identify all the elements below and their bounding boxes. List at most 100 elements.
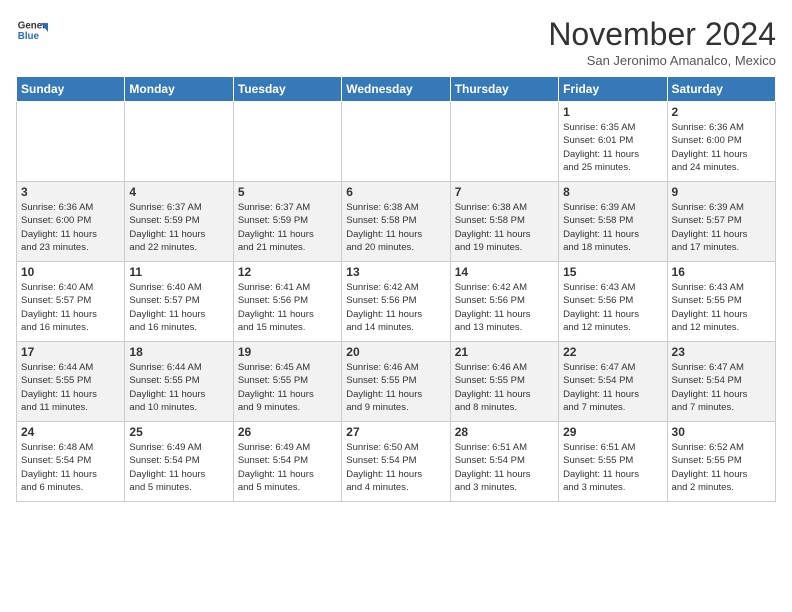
calendar-cell: 7 Sunrise: 6:38 AM Sunset: 5:58 PM Daylig…	[450, 182, 558, 262]
calendar-cell: 21Sunrise: 6:46 AM Sunset: 5:55 PM Dayli…	[450, 342, 558, 422]
svg-text:Blue: Blue	[18, 31, 40, 42]
calendar-cell: 22 Sunrise: 6:47 AM Sunset: 5:54 PM Dayli…	[559, 342, 667, 422]
column-header-monday: Monday	[125, 77, 233, 102]
day-info: Sunrise: 6:44 AM Sunset: 5:55 PM Dayligh…	[129, 361, 228, 414]
day-number: 9	[672, 185, 771, 199]
day-info: Sunrise: 6:41 AM Sunset: 5:56 PM Dayligh…	[238, 281, 337, 334]
calendar-cell: 25Sunrise: 6:49 AM Sunset: 5:54 PM Dayli…	[125, 422, 233, 502]
day-number: 19	[238, 345, 337, 359]
column-header-saturday: Saturday	[667, 77, 775, 102]
calendar-cell	[233, 102, 341, 182]
calendar-week-1: 1 Sunrise: 6:35 AM Sunset: 6:01 PM Daylig…	[17, 102, 776, 182]
day-info: Sunrise: 6:51 AM Sunset: 5:54 PM Dayligh…	[455, 441, 554, 494]
day-number: 13	[346, 265, 445, 279]
day-info: Sunrise: 6:50 AM Sunset: 5:54 PM Dayligh…	[346, 441, 445, 494]
day-number: 22	[563, 345, 662, 359]
calendar-week-2: 3 Sunrise: 6:36 AM Sunset: 6:00 PM Daylig…	[17, 182, 776, 262]
day-info: Sunrise: 6:49 AM Sunset: 5:54 PM Dayligh…	[129, 441, 228, 494]
day-info: Sunrise: 6:42 AM Sunset: 5:56 PM Dayligh…	[346, 281, 445, 334]
calendar-cell: 3 Sunrise: 6:36 AM Sunset: 6:00 PM Daylig…	[17, 182, 125, 262]
title-block: November 2024 San Jeronimo Amanalco, Mex…	[548, 16, 776, 68]
day-number: 5	[238, 185, 337, 199]
calendar-cell: 17 Sunrise: 6:44 AM Sunset: 5:55 PM Dayli…	[17, 342, 125, 422]
day-number: 30	[672, 425, 771, 439]
calendar-cell: 9 Sunrise: 6:39 AM Sunset: 5:57 PM Daylig…	[667, 182, 775, 262]
calendar-table: SundayMondayTuesdayWednesdayThursdayFrid…	[16, 76, 776, 502]
calendar-cell: 18 Sunrise: 6:44 AM Sunset: 5:55 PM Dayli…	[125, 342, 233, 422]
calendar-cell: 4 Sunrise: 6:37 AM Sunset: 5:59 PM Daylig…	[125, 182, 233, 262]
day-info: Sunrise: 6:47 AM Sunset: 5:54 PM Dayligh…	[672, 361, 771, 414]
day-info: Sunrise: 6:43 AM Sunset: 5:55 PM Dayligh…	[672, 281, 771, 334]
day-number: 28	[455, 425, 554, 439]
day-info: Sunrise: 6:37 AM Sunset: 5:59 PM Dayligh…	[238, 201, 337, 254]
calendar-week-4: 17 Sunrise: 6:44 AM Sunset: 5:55 PM Dayli…	[17, 342, 776, 422]
day-info: Sunrise: 6:40 AM Sunset: 5:57 PM Dayligh…	[129, 281, 228, 334]
day-info: Sunrise: 6:39 AM Sunset: 5:57 PM Dayligh…	[672, 201, 771, 254]
day-number: 29	[563, 425, 662, 439]
day-info: Sunrise: 6:48 AM Sunset: 5:54 PM Dayligh…	[21, 441, 120, 494]
column-header-sunday: Sunday	[17, 77, 125, 102]
day-info: Sunrise: 6:47 AM Sunset: 5:54 PM Dayligh…	[563, 361, 662, 414]
calendar-header-row: SundayMondayTuesdayWednesdayThursdayFrid…	[17, 77, 776, 102]
calendar-cell: 1 Sunrise: 6:35 AM Sunset: 6:01 PM Daylig…	[559, 102, 667, 182]
month-title: November 2024	[548, 16, 776, 53]
calendar-cell: 13 Sunrise: 6:42 AM Sunset: 5:56 PM Dayli…	[342, 262, 450, 342]
location-subtitle: San Jeronimo Amanalco, Mexico	[548, 53, 776, 68]
day-number: 4	[129, 185, 228, 199]
day-number: 24	[21, 425, 120, 439]
day-number: 16	[672, 265, 771, 279]
calendar-cell: 6Sunrise: 6:38 AM Sunset: 5:58 PM Daylig…	[342, 182, 450, 262]
column-header-thursday: Thursday	[450, 77, 558, 102]
calendar-week-5: 24 Sunrise: 6:48 AM Sunset: 5:54 PM Dayli…	[17, 422, 776, 502]
calendar-cell: 29 Sunrise: 6:51 AM Sunset: 5:55 PM Dayli…	[559, 422, 667, 502]
calendar-cell: 11 Sunrise: 6:40 AM Sunset: 5:57 PM Dayli…	[125, 262, 233, 342]
day-number: 26	[238, 425, 337, 439]
day-info: Sunrise: 6:35 AM Sunset: 6:01 PM Dayligh…	[563, 121, 662, 174]
day-info: Sunrise: 6:36 AM Sunset: 6:00 PM Dayligh…	[21, 201, 120, 254]
calendar-cell: 28 Sunrise: 6:51 AM Sunset: 5:54 PM Dayli…	[450, 422, 558, 502]
calendar-cell: 23Sunrise: 6:47 AM Sunset: 5:54 PM Dayli…	[667, 342, 775, 422]
day-number: 1	[563, 105, 662, 119]
day-number: 8	[563, 185, 662, 199]
calendar-cell: 2 Sunrise: 6:36 AM Sunset: 6:00 PM Daylig…	[667, 102, 775, 182]
page-header: General Blue November 2024 San Jeronimo …	[16, 16, 776, 68]
day-info: Sunrise: 6:51 AM Sunset: 5:55 PM Dayligh…	[563, 441, 662, 494]
day-number: 2	[672, 105, 771, 119]
day-info: Sunrise: 6:46 AM Sunset: 5:55 PM Dayligh…	[455, 361, 554, 414]
day-info: Sunrise: 6:45 AM Sunset: 5:55 PM Dayligh…	[238, 361, 337, 414]
calendar-cell: 15 Sunrise: 6:43 AM Sunset: 5:56 PM Dayli…	[559, 262, 667, 342]
column-header-friday: Friday	[559, 77, 667, 102]
calendar-cell	[342, 102, 450, 182]
day-number: 11	[129, 265, 228, 279]
calendar-cell: 19 Sunrise: 6:45 AM Sunset: 5:55 PM Dayli…	[233, 342, 341, 422]
calendar-cell: 8Sunrise: 6:39 AM Sunset: 5:58 PM Daylig…	[559, 182, 667, 262]
day-info: Sunrise: 6:38 AM Sunset: 5:58 PM Dayligh…	[455, 201, 554, 254]
day-info: Sunrise: 6:52 AM Sunset: 5:55 PM Dayligh…	[672, 441, 771, 494]
day-info: Sunrise: 6:38 AM Sunset: 5:58 PM Dayligh…	[346, 201, 445, 254]
logo-icon: General Blue	[16, 16, 48, 48]
day-number: 10	[21, 265, 120, 279]
day-info: Sunrise: 6:42 AM Sunset: 5:56 PM Dayligh…	[455, 281, 554, 334]
logo: General Blue	[16, 16, 48, 48]
day-info: Sunrise: 6:37 AM Sunset: 5:59 PM Dayligh…	[129, 201, 228, 254]
calendar-cell: 27 Sunrise: 6:50 AM Sunset: 5:54 PM Dayli…	[342, 422, 450, 502]
day-number: 15	[563, 265, 662, 279]
calendar-cell: 30 Sunrise: 6:52 AM Sunset: 5:55 PM Dayli…	[667, 422, 775, 502]
calendar-cell: 16 Sunrise: 6:43 AM Sunset: 5:55 PM Dayli…	[667, 262, 775, 342]
day-info: Sunrise: 6:43 AM Sunset: 5:56 PM Dayligh…	[563, 281, 662, 334]
calendar-cell: 24 Sunrise: 6:48 AM Sunset: 5:54 PM Dayli…	[17, 422, 125, 502]
day-number: 18	[129, 345, 228, 359]
calendar-cell	[450, 102, 558, 182]
day-number: 27	[346, 425, 445, 439]
day-number: 14	[455, 265, 554, 279]
calendar-cell: 5 Sunrise: 6:37 AM Sunset: 5:59 PM Daylig…	[233, 182, 341, 262]
day-info: Sunrise: 6:44 AM Sunset: 5:55 PM Dayligh…	[21, 361, 120, 414]
calendar-body: 1 Sunrise: 6:35 AM Sunset: 6:01 PM Daylig…	[17, 102, 776, 502]
calendar-cell	[17, 102, 125, 182]
day-number: 3	[21, 185, 120, 199]
day-number: 7	[455, 185, 554, 199]
calendar-cell: 12Sunrise: 6:41 AM Sunset: 5:56 PM Dayli…	[233, 262, 341, 342]
day-info: Sunrise: 6:36 AM Sunset: 6:00 PM Dayligh…	[672, 121, 771, 174]
calendar-cell	[125, 102, 233, 182]
day-number: 17	[21, 345, 120, 359]
